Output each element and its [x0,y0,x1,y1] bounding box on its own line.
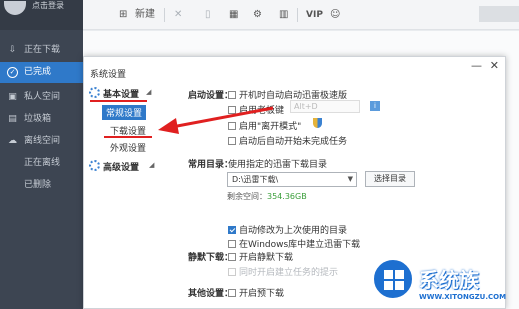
startup-label: 启动设置： [188,91,234,101]
nav-item-offline-space[interactable]: ☁ 离线空间 [0,131,83,152]
toolbar-divider [164,8,165,22]
gear-icon [89,160,100,171]
option-label: 开启静默下载 [239,253,294,263]
close-icon[interactable]: ✕ [490,59,499,72]
nav-item-private-space[interactable]: ▣ 私人空间 [0,87,83,108]
other-label: 其他设置： [188,289,234,299]
app-sidebar: 点击登录 ⇩ 正在下载 ✓ 已完成 ▣ 私人空间 ▤ 垃圾箱 ☁ 离线空间 正在… [0,0,83,309]
nav-label: 正在下载 [24,45,61,55]
checkbox-box[interactable] [228,240,236,248]
nav-item-deleted[interactable]: 已删除 [0,175,83,196]
file-icon[interactable]: ▯ [205,8,211,22]
check-circle-icon: ✓ [7,67,18,78]
search-box[interactable] [479,6,519,22]
checkbox-box [228,268,236,276]
private-space-icon: ▣ [8,92,17,102]
common-dir-label: 常用目录： [188,160,234,170]
nav-item-downloading[interactable]: ⇩ 正在下载 [0,40,83,61]
option-label: 自动修改为上次使用的目录 [239,226,348,236]
sidebar-item-general[interactable]: 常规设置 [102,105,147,120]
nav-item-completed[interactable]: ✓ 已完成 [0,62,83,83]
vip-button[interactable]: VIP [306,8,323,22]
nav-label: 正在离线 [24,158,61,168]
watermark-text: 系统族 [419,268,479,292]
offline-icon: ☁ [8,136,17,146]
leave-mode-checkbox[interactable]: 启用"离开模式" [228,119,301,132]
triangle-right-icon: ◢ [149,161,155,169]
triangle-down-icon: ◢ [146,88,152,96]
new-icon[interactable]: ⊞ [119,8,127,22]
watermark: 系统族 WWW.XITONGZU.COM [372,258,519,309]
free-space: 剩余空间：354.36GB [227,191,307,202]
common-dir-desc: 使用指定的迅雷下载目录 [228,160,328,170]
nav-label: 私人空间 [24,92,61,102]
windows-logo-icon [372,258,414,300]
delete-icon[interactable]: ✕ [174,8,182,22]
option-label: 开启预下载 [239,289,285,299]
annotation-underline [104,136,152,138]
nav-label: 已完成 [24,67,52,77]
option-label: 启用"离开模式" [239,122,302,132]
chevron-down-icon[interactable]: ▼ [348,173,353,186]
checkbox-box[interactable] [228,253,236,261]
silent-label: 静默下载： [188,253,234,263]
resume-checkbox[interactable]: 启动后自动开始未完成任务 [228,134,347,147]
nav-label: 垃圾箱 [24,114,52,124]
sidebar-item-appearance[interactable]: 外观设置 [110,141,146,154]
trash-icon: ▤ [8,114,17,124]
nav-item-offline-running[interactable]: 正在离线 [0,153,83,174]
checkbox-box[interactable] [228,106,236,114]
category-basic-label: 基本设置 [103,90,140,100]
toolbar: ⊞ 新建 ✕ ▯ ▦ ⚙ ▥ VIP ☺ [83,0,519,30]
toolbar-divider [297,8,298,22]
bosskey-checkbox[interactable]: 启用老板键 [228,103,284,116]
download-dir-select[interactable]: D:\迅雷下载\ ▼ [227,172,357,187]
gear-icon[interactable]: ⚙ [253,8,262,22]
nav-label: 已删除 [24,180,52,190]
prompt-checkbox: 同时开启建立任务的提示 [228,265,338,278]
silent-checkbox[interactable]: 开启静默下载 [228,250,293,263]
gear-icon [89,87,100,98]
download-icon: ⇩ [8,45,17,55]
category-advanced-label: 高级设置 [103,163,140,173]
annotation-underline [90,100,147,102]
checkbox-box[interactable] [228,137,236,145]
free-space-label: 剩余空间： [227,192,267,201]
checkbox-box[interactable] [228,91,236,99]
new-button[interactable]: 新建 [135,8,155,22]
avatar[interactable] [4,1,26,15]
nav-label: 离线空间 [24,136,61,146]
option-label: 启用老板键 [239,106,285,116]
minimize-icon[interactable]: — [471,59,482,72]
option-label: 同时开启建立任务的提示 [239,268,339,278]
info-icon[interactable]: i [370,101,380,111]
login-area[interactable]: 点击登录 [0,0,83,30]
dialog-title: 系统设置 [90,70,127,80]
shield-icon [313,118,322,128]
checkbox-box[interactable] [228,289,236,297]
option-label: 在Windows库中建立迅雷下载 [239,240,361,250]
browse-dir-button[interactable]: 选择目录 [365,171,415,187]
nav-item-trash[interactable]: ▤ 垃圾箱 [0,109,83,130]
watermark-url: WWW.XITONGZU.COM [419,293,507,301]
checkbox-box[interactable] [228,226,236,234]
checkbox-box[interactable] [228,122,236,130]
windows-lib-checkbox[interactable]: 在Windows库中建立迅雷下载 [228,237,360,250]
option-label: 启动后自动开始未完成任务 [239,137,348,147]
download-dir-value: D:\迅雷下载\ [232,175,279,184]
grid-icon[interactable]: ▦ [229,8,238,22]
free-space-value: 354.36GB [267,192,307,201]
bosskey-hotkey-input[interactable]: Alt+D [290,100,360,113]
last-dir-checkbox[interactable]: 自动修改为上次使用的目录 [228,223,347,236]
chart-icon[interactable]: ▥ [279,8,288,22]
preload-checkbox[interactable]: 开启预下载 [228,286,284,299]
mascot-icon[interactable]: ☺ [330,8,340,22]
login-link[interactable]: 点击登录 [32,0,64,11]
